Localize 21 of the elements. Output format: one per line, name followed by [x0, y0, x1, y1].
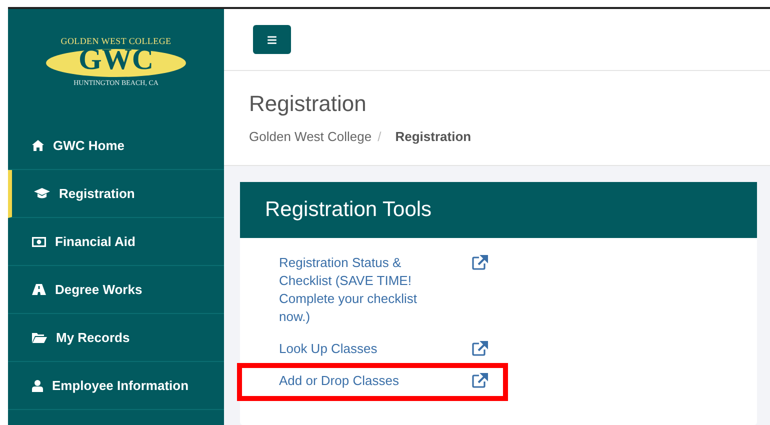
tool-link[interactable]: Registration Status & Checklist (SAVE TIME! Complete your checklist now.) — [279, 254, 439, 326]
logo-mark: GWC — [78, 46, 154, 74]
logo-text: GOLDEN WEST COLLEGE — [60, 36, 172, 46]
page-title: Registration — [249, 91, 368, 117]
breadcrumb-separator: / — [378, 129, 382, 144]
external-link-icon — [472, 341, 488, 356]
tool-link[interactable]: Add or Drop Classes — [279, 372, 439, 390]
logo-ellipse-icon — [46, 48, 186, 78]
home-icon — [32, 140, 44, 151]
external-link-icon — [472, 255, 488, 270]
road-icon — [32, 284, 46, 295]
card-title: Registration Tools — [240, 182, 757, 238]
external-link-icon — [472, 373, 488, 388]
breadcrumb-link[interactable]: Golden West College — [249, 129, 372, 144]
banknote-icon — [32, 236, 46, 246]
folder-icon — [32, 332, 47, 343]
user-icon — [32, 380, 43, 392]
menu-button[interactable]: ≡ — [253, 25, 291, 54]
tool-link[interactable]: Look Up Classes — [279, 340, 439, 358]
graduation-cap-icon — [34, 188, 50, 199]
breadcrumb-current: Registration — [395, 129, 472, 144]
